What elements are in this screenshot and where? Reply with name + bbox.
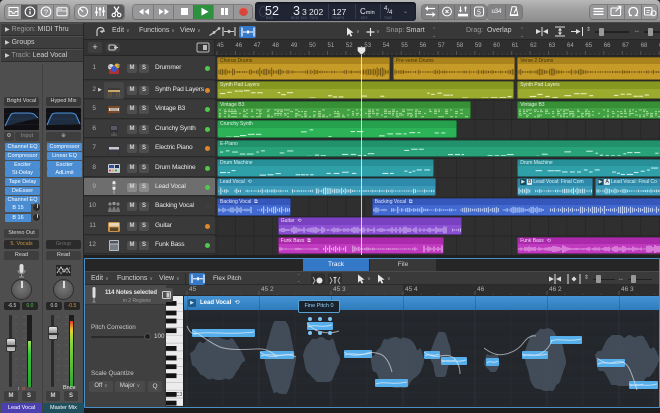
svg-text:5: 5 bbox=[477, 9, 481, 16]
svg-text:?: ? bbox=[44, 7, 48, 16]
